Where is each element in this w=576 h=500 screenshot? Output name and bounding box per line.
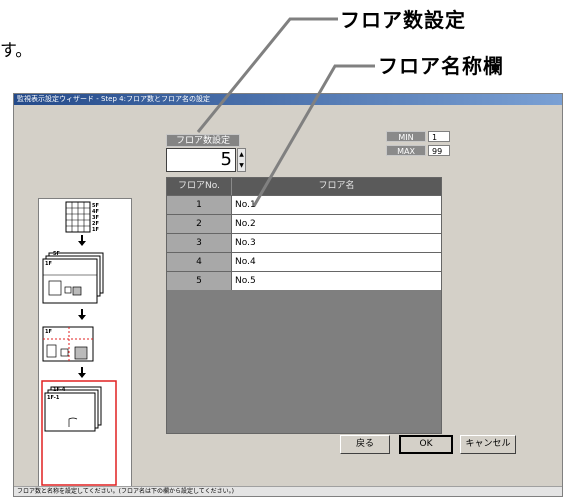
building-icon: 5F 4F 3F 2F 1F xyxy=(65,201,99,233)
table-row: 1 No.1 xyxy=(167,195,441,214)
floor-no-cell: 4 xyxy=(167,253,232,271)
spin-down-icon[interactable]: ▼ xyxy=(239,162,244,169)
back-button[interactable]: 戻る xyxy=(340,435,390,454)
ok-button[interactable]: OK xyxy=(399,435,453,454)
floor-table: フロアNo. フロア名 1 No.1 2 No.2 3 No.3 4 No.4 … xyxy=(166,177,442,434)
floor-name-cell[interactable]: No.3 xyxy=(232,234,441,252)
floor-plan-icon: 1F xyxy=(42,326,94,362)
min-value: 1 xyxy=(428,131,450,142)
wizard-window: 監視表示設定ウィザード - Step 4:フロア数とフロア名の設定 5F 4F … xyxy=(13,93,563,497)
floor-structure-illustration: 5F 4F 3F 2F 1F 5F 1F 1F 1F-4 1F-1 xyxy=(41,201,117,486)
floor-name-cell[interactable]: No.4 xyxy=(232,253,441,271)
floor-count-input[interactable]: 5 xyxy=(166,148,236,172)
arrow-down-icon xyxy=(78,235,86,246)
floor-no-cell: 3 xyxy=(167,234,232,252)
header-floor-no: フロアNo. xyxy=(167,178,232,195)
table-row: 5 No.5 xyxy=(167,271,441,290)
floor-count-spinner[interactable]: ▲ ▼ xyxy=(237,148,246,172)
callout-floor-count: フロア数設定 xyxy=(340,8,466,32)
table-header: フロアNo. フロア名 xyxy=(167,178,441,195)
min-label: MIN xyxy=(386,131,426,142)
floor-count-label: フロア数設定 xyxy=(166,134,240,147)
illustration-panel: 5F 4F 3F 2F 1F 5F 1F 1F 1F-4 1F-1 xyxy=(38,198,132,488)
floor-name-cell[interactable]: No.5 xyxy=(232,272,441,290)
table-row: 2 No.2 xyxy=(167,214,441,233)
status-bar: フロア数と名称を設定してください。(フロア名は下の欄から設定してください。) xyxy=(14,486,562,496)
floor-group-icon: 1F-4 1F-1 xyxy=(41,380,117,486)
table-row: 3 No.3 xyxy=(167,233,441,252)
floor-one-label: 1F xyxy=(45,329,52,335)
floor-group-back-label: 1F-4 xyxy=(53,387,66,393)
floor-stack-top-label: 5F xyxy=(53,251,60,257)
spin-up-icon[interactable]: ▲ xyxy=(239,151,244,158)
arrow-down-icon xyxy=(78,309,86,320)
floor-no-cell: 1 xyxy=(167,196,232,214)
window-title: 監視表示設定ウィザード - Step 4:フロア数とフロア名の設定 xyxy=(14,94,562,105)
floor-group-front-label: 1F-1 xyxy=(47,395,60,401)
floor-one-label: 1F xyxy=(45,261,52,267)
table-row: 4 No.4 xyxy=(167,252,441,271)
floor-name-cell[interactable]: No.2 xyxy=(232,215,441,233)
stray-text: す。 xyxy=(0,41,33,61)
cancel-button[interactable]: キャンセル xyxy=(460,435,516,454)
max-label: MAX xyxy=(386,145,426,156)
max-value: 99 xyxy=(428,145,450,156)
floor-name-cell[interactable]: No.1 xyxy=(232,196,441,214)
arrow-down-icon xyxy=(78,367,86,378)
callout-floor-name: フロア名称欄 xyxy=(378,54,504,78)
floor-stack-icon: 5F 1F xyxy=(42,251,104,304)
floor-no-cell: 5 xyxy=(167,272,232,290)
building-floor-label: 1F xyxy=(92,227,99,233)
floor-no-cell: 2 xyxy=(167,215,232,233)
header-floor-name: フロア名 xyxy=(318,181,355,191)
floor-count-group: フロア数設定 5 ▲ ▼ xyxy=(166,134,254,172)
